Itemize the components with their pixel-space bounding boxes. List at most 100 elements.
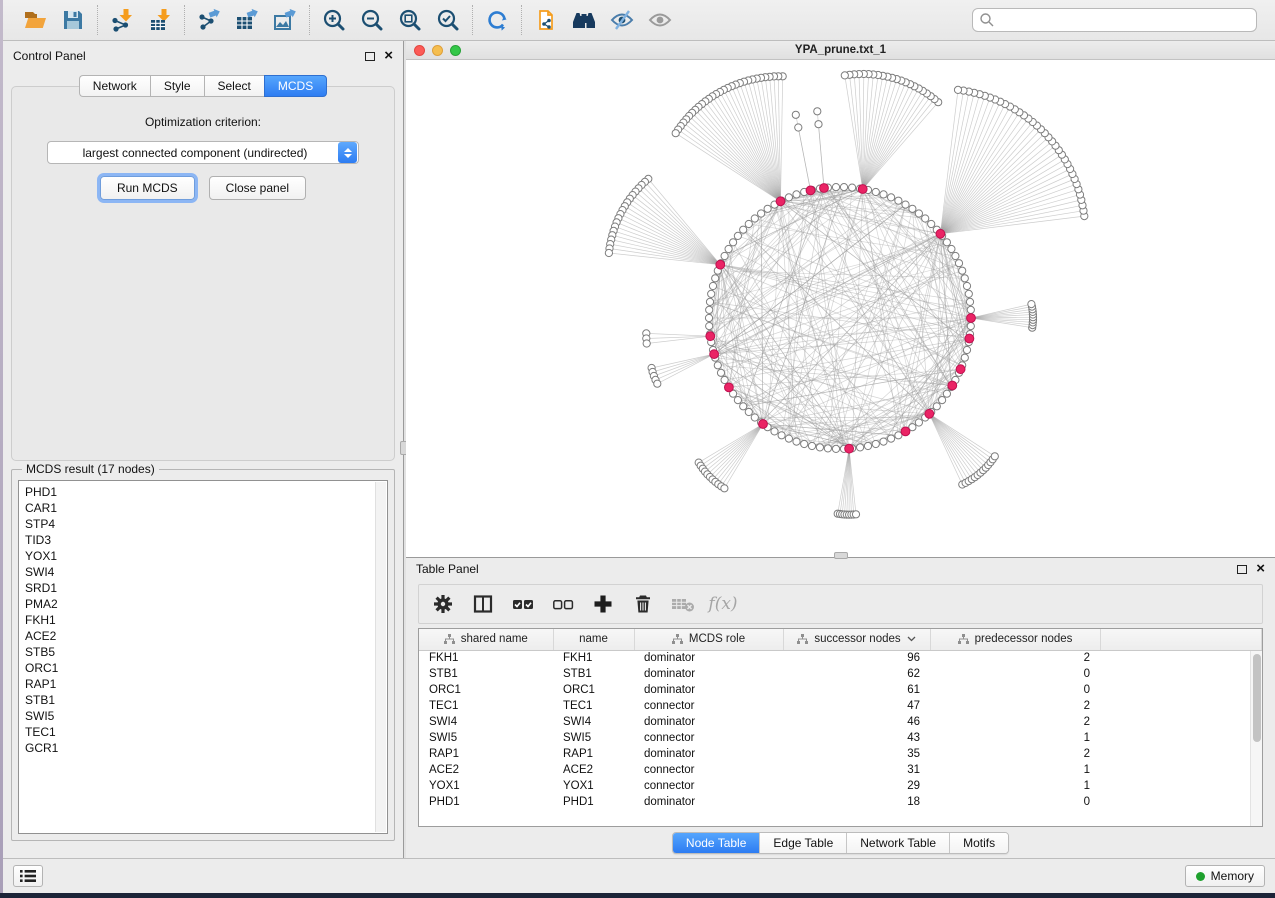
ring-node[interactable] — [706, 298, 713, 305]
ring-node[interactable] — [705, 314, 712, 321]
mcds-hub-node[interactable] — [725, 383, 734, 392]
zoom-selected-button[interactable] — [434, 6, 462, 34]
ring-node[interactable] — [721, 252, 728, 259]
network-window-titlebar[interactable]: YPA_prune.txt_1 — [406, 41, 1275, 60]
column-header-successor-nodes[interactable]: successor nodes — [783, 629, 930, 650]
ring-node[interactable] — [915, 210, 922, 217]
ring-node[interactable] — [872, 188, 879, 195]
memory-button[interactable]: Memory — [1185, 865, 1265, 887]
table-row[interactable]: SWI4SWI4dominator462 — [419, 714, 1262, 730]
zoom-fit-button[interactable] — [396, 6, 424, 34]
leaf-node[interactable] — [954, 86, 961, 93]
ring-node[interactable] — [751, 414, 758, 421]
ring-node[interactable] — [959, 267, 966, 274]
ring-node[interactable] — [751, 215, 758, 222]
column-header-name[interactable]: name — [553, 629, 634, 650]
mcds-result-item[interactable]: ACE2 — [25, 628, 387, 644]
tab-node-table[interactable]: Node Table — [673, 833, 761, 853]
ring-node[interactable] — [961, 354, 968, 361]
ring-node[interactable] — [706, 323, 713, 330]
optimization-criterion-select[interactable]: largest connected component (undirected) — [47, 141, 359, 164]
mcds-result-item[interactable]: YOX1 — [25, 548, 387, 564]
leaf-node[interactable] — [721, 485, 728, 492]
export-table-button[interactable] — [233, 6, 261, 34]
ring-node[interactable] — [849, 184, 856, 191]
mcds-result-item[interactable]: RAP1 — [25, 676, 387, 692]
ring-node[interactable] — [922, 215, 929, 222]
mcds-result-item[interactable]: STB5 — [25, 644, 387, 660]
leaf-node[interactable] — [1028, 301, 1035, 308]
mcds-hub-node[interactable] — [820, 184, 829, 193]
float-table-panel-icon[interactable] — [1237, 565, 1247, 574]
tab-mcds[interactable]: MCDS — [264, 75, 327, 97]
mcds-hub-node[interactable] — [965, 334, 974, 343]
column-header-shared-name[interactable]: shared name — [419, 629, 553, 650]
ring-node[interactable] — [963, 346, 970, 353]
save-session-button[interactable] — [59, 6, 87, 34]
tab-select[interactable]: Select — [204, 75, 264, 97]
leaf-node[interactable] — [792, 111, 799, 118]
ring-node[interactable] — [857, 444, 864, 451]
zoom-out-button[interactable] — [358, 6, 386, 34]
leaf-node[interactable] — [795, 124, 802, 131]
mcds-hub-node[interactable] — [956, 365, 965, 374]
leaf-node[interactable] — [991, 453, 998, 460]
search-input[interactable] — [972, 8, 1257, 32]
ring-node[interactable] — [864, 442, 871, 449]
leaf-node[interactable] — [605, 249, 612, 256]
ring-node[interactable] — [745, 408, 752, 415]
table-row[interactable]: FKH1FKH1dominator962 — [419, 650, 1262, 666]
show-all-button[interactable] — [646, 6, 674, 34]
ring-node[interactable] — [816, 444, 823, 451]
horizontal-splitter-handle[interactable] — [834, 552, 848, 559]
ring-node[interactable] — [955, 260, 962, 267]
leaf-node[interactable] — [654, 380, 661, 387]
mcds-hub-node[interactable] — [759, 420, 768, 429]
import-table-button[interactable] — [146, 6, 174, 34]
window-minimize-button[interactable] — [432, 45, 443, 56]
export-network-button[interactable] — [195, 6, 223, 34]
mcds-result-item[interactable]: STB1 — [25, 692, 387, 708]
close-panel-icon[interactable]: × — [384, 51, 393, 61]
close-panel-button[interactable]: Close panel — [209, 176, 306, 200]
ring-node[interactable] — [872, 440, 879, 447]
mcds-result-item[interactable]: PMA2 — [25, 596, 387, 612]
table-row[interactable]: PHD1PHD1dominator180 — [419, 794, 1262, 810]
ring-node[interactable] — [734, 232, 741, 239]
mcds-hub-node[interactable] — [858, 185, 867, 194]
mcds-result-item[interactable]: STP4 — [25, 516, 387, 532]
ring-node[interactable] — [832, 445, 839, 452]
ring-node[interactable] — [967, 306, 974, 313]
mcds-hub-node[interactable] — [925, 409, 934, 418]
mcds-result-item[interactable]: ORC1 — [25, 660, 387, 676]
ring-node[interactable] — [709, 282, 716, 289]
ring-node[interactable] — [717, 369, 724, 376]
leaf-node[interactable] — [841, 72, 848, 79]
mcds-result-item[interactable]: FKH1 — [25, 612, 387, 628]
ring-node[interactable] — [888, 435, 895, 442]
mcds-hub-node[interactable] — [776, 197, 785, 206]
ring-node[interactable] — [778, 432, 785, 439]
mcds-hub-node[interactable] — [806, 186, 815, 195]
ring-node[interactable] — [785, 435, 792, 442]
table-row[interactable]: YOX1YOX1connector291 — [419, 778, 1262, 794]
ring-node[interactable] — [880, 438, 887, 445]
table-settings-button[interactable] — [431, 592, 455, 616]
mcds-hub-node[interactable] — [845, 444, 854, 453]
find-button[interactable] — [570, 6, 598, 34]
leaf-node[interactable] — [643, 340, 650, 347]
leaf-node[interactable] — [815, 121, 822, 128]
window-maximize-button[interactable] — [450, 45, 461, 56]
run-mcds-button[interactable]: Run MCDS — [100, 176, 195, 200]
ring-node[interactable] — [902, 201, 909, 208]
mcds-result-item[interactable]: PHD1 — [25, 484, 387, 500]
deselect-all-rows-button[interactable] — [551, 592, 575, 616]
tab-motifs[interactable]: Motifs — [950, 833, 1008, 853]
ring-node[interactable] — [706, 306, 713, 313]
ring-node[interactable] — [961, 275, 968, 282]
ring-node[interactable] — [933, 403, 940, 410]
hide-selected-button[interactable] — [608, 6, 636, 34]
close-table-panel-icon[interactable]: × — [1256, 564, 1265, 574]
mcds-result-item[interactable]: CAR1 — [25, 500, 387, 516]
ring-node[interactable] — [824, 445, 831, 452]
